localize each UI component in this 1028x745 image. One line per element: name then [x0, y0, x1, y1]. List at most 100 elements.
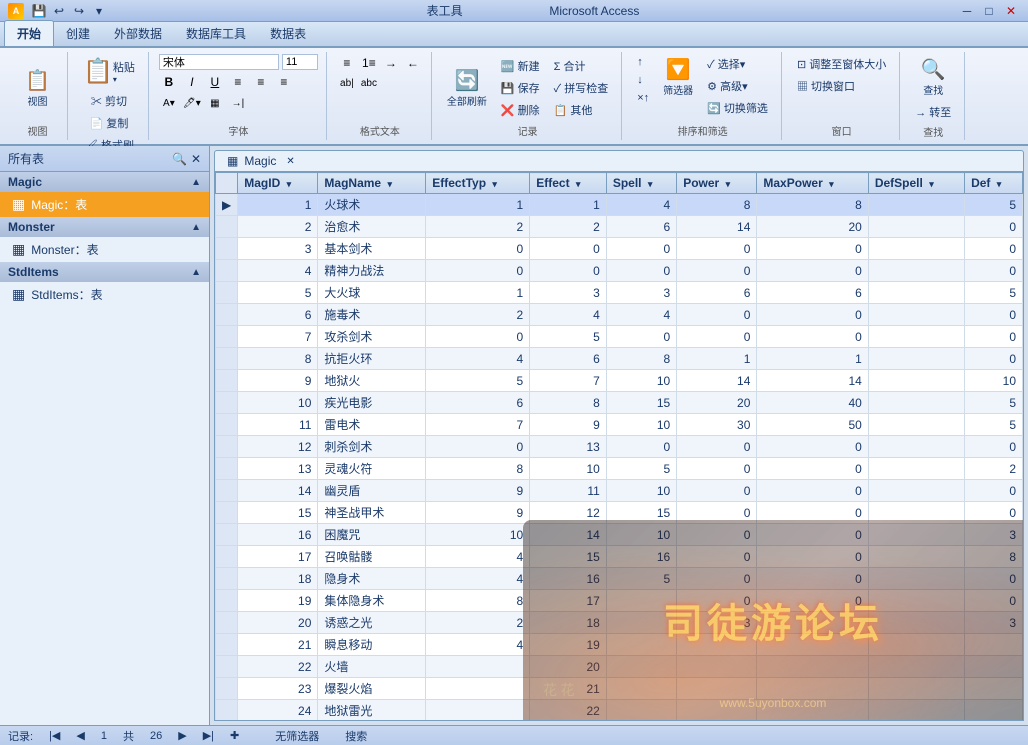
row-selector-cell[interactable]	[216, 634, 238, 656]
sum-button[interactable]: Σ 合计	[549, 56, 614, 76]
nav-item-monster-table[interactable]: ▦ Monster：表	[0, 237, 209, 262]
sort-asc-button[interactable]: ↑	[632, 54, 654, 70]
paste-button[interactable]: 📋 粘贴 ▾	[78, 54, 140, 89]
indent-increase[interactable]: →	[381, 54, 401, 72]
row-selector-cell[interactable]	[216, 348, 238, 370]
status-nav-last[interactable]: ▶|	[203, 729, 214, 742]
row-selector-cell[interactable]	[216, 546, 238, 568]
tab-table[interactable]: 数据表	[258, 21, 318, 46]
switch-window-button[interactable]: ▦ 切换窗口	[792, 76, 860, 96]
new-record-button[interactable]: 🆕 新建	[496, 56, 545, 76]
nav-item-stditems-table[interactable]: ▦ StdItems：表	[0, 282, 209, 307]
table-row[interactable]: 8抗拒火环468110	[216, 348, 1023, 370]
status-nav-first[interactable]: |◀	[49, 729, 60, 742]
save-record-button[interactable]: 💾 保存	[496, 78, 545, 98]
view-button[interactable]: 📋 视图	[18, 65, 58, 111]
spell-button[interactable]: abc	[359, 74, 379, 92]
table-row[interactable]: 15神圣战甲术91215000	[216, 502, 1023, 524]
status-nav-new[interactable]: ✚	[230, 729, 239, 742]
row-selector-cell[interactable]	[216, 260, 238, 282]
font-color-button[interactable]: A▾	[159, 94, 179, 112]
nav-section-magic-header[interactable]: Magic ▲	[0, 172, 209, 192]
table-container[interactable]: MagID ▾ MagName ▾ EffectTyp ▾ Effect ▾ S…	[214, 171, 1024, 721]
table-row[interactable]: 22火墙20	[216, 656, 1023, 678]
table-row[interactable]: 17召唤骷髅41516008	[216, 546, 1023, 568]
row-selector-cell[interactable]: ▶	[216, 194, 238, 216]
row-selector-cell[interactable]	[216, 656, 238, 678]
goto-button[interactable]: → 转至	[910, 102, 956, 122]
qat-undo[interactable]: ↩	[50, 2, 68, 20]
filter-button[interactable]: 🔽 筛选器	[658, 54, 698, 100]
row-selector-cell[interactable]	[216, 414, 238, 436]
align-left-button[interactable]: ≡	[228, 73, 248, 91]
col-def[interactable]: Def ▾	[965, 173, 1023, 194]
col-effecttyp[interactable]: EffectTyp ▾	[426, 173, 530, 194]
table-row[interactable]: 5大火球133665	[216, 282, 1023, 304]
row-selector-cell[interactable]	[216, 436, 238, 458]
tab-external[interactable]: 外部数据	[102, 21, 174, 46]
nav-section-stditems-header[interactable]: StdItems ▲	[0, 262, 209, 282]
qat-more[interactable]: ▾	[90, 2, 108, 20]
table-row[interactable]: 2治愈术22614200	[216, 216, 1023, 238]
row-selector-cell[interactable]	[216, 238, 238, 260]
table-row[interactable]: 11雷电术791030505	[216, 414, 1023, 436]
tab-dbtools[interactable]: 数据库工具	[174, 21, 258, 46]
spell-check-button[interactable]: ✓ 拼写检查	[549, 78, 614, 98]
table-row[interactable]: 10疾光电影681520405	[216, 392, 1023, 414]
align-right-button[interactable]: ≡	[274, 73, 294, 91]
fit-window-button[interactable]: ⊡ 调整至窗体大小	[792, 54, 891, 74]
table-row[interactable]: 23爆裂火焰21	[216, 678, 1023, 700]
status-nav-next[interactable]: ▶	[178, 729, 186, 742]
nav-panel-search-icon[interactable]: 🔍	[172, 152, 187, 166]
nav-panel-close-icon[interactable]: ✕	[191, 152, 201, 166]
cut-button[interactable]: ✂ 剪切	[86, 91, 132, 111]
table-row[interactable]: 16困魔咒101410003	[216, 524, 1023, 546]
maximize-button[interactable]: □	[980, 2, 998, 20]
table-row[interactable]: 20诱惑之光21833	[216, 612, 1023, 634]
content-tab[interactable]: ▦ Magic ✕	[214, 150, 1024, 171]
row-selector-cell[interactable]	[216, 700, 238, 722]
col-defspell[interactable]: DefSpell ▾	[868, 173, 964, 194]
table-row[interactable]: ▶1火球术114885	[216, 194, 1023, 216]
delete-record-button[interactable]: ❌ 删除	[496, 100, 545, 120]
table-row[interactable]: 4精神力战法000000	[216, 260, 1023, 282]
table-row[interactable]: 12刺杀剑术0130000	[216, 436, 1023, 458]
list-button[interactable]: ≡	[337, 54, 357, 72]
underline-button[interactable]: U	[205, 73, 225, 91]
toggle-filter-button[interactable]: 🔄 切换筛选	[702, 98, 773, 118]
indent-decrease[interactable]: ←	[403, 54, 423, 72]
bold-button[interactable]: B	[159, 73, 179, 91]
row-selector-cell[interactable]	[216, 568, 238, 590]
tab-create[interactable]: 创建	[54, 21, 102, 46]
col-magname[interactable]: MagName ▾	[318, 173, 426, 194]
qat-redo[interactable]: ↪	[70, 2, 88, 20]
col-magid[interactable]: MagID ▾	[238, 173, 318, 194]
qat-save[interactable]: 💾	[30, 2, 48, 20]
advanced-button[interactable]: ⚙ 高级▾	[702, 76, 773, 96]
col-effect[interactable]: Effect ▾	[530, 173, 607, 194]
grid-button[interactable]: ▦	[205, 94, 225, 112]
highlight-button[interactable]: 🖊▾	[182, 94, 202, 112]
row-selector-cell[interactable]	[216, 216, 238, 238]
row-selector-cell[interactable]	[216, 480, 238, 502]
status-nav-prev[interactable]: ◀	[76, 729, 84, 742]
table-row[interactable]: 18隐身术4165000	[216, 568, 1023, 590]
table-row[interactable]: 24地狱雷光22	[216, 700, 1023, 722]
minimize-button[interactable]: ─	[958, 2, 976, 20]
col-maxpower[interactable]: MaxPower ▾	[757, 173, 868, 194]
row-selector-cell[interactable]	[216, 282, 238, 304]
table-row[interactable]: 9地狱火5710141410	[216, 370, 1023, 392]
table-row[interactable]: 19集体隐身术817000	[216, 590, 1023, 612]
table-row[interactable]: 21瞬息移动419	[216, 634, 1023, 656]
remove-sort-button[interactable]: ×↑	[632, 90, 654, 106]
row-selector-cell[interactable]	[216, 458, 238, 480]
row-selector-cell[interactable]	[216, 502, 238, 524]
font-size-input[interactable]	[282, 54, 318, 70]
table-row[interactable]: 14幽灵盾91110000	[216, 480, 1023, 502]
nav-section-monster-header[interactable]: Monster ▲	[0, 217, 209, 237]
table-row[interactable]: 3基本剑术000000	[216, 238, 1023, 260]
col-spell[interactable]: Spell ▾	[606, 173, 676, 194]
sort-desc-button[interactable]: ↓	[632, 72, 654, 88]
copy-button[interactable]: 📄 复制	[85, 113, 134, 133]
italic-button[interactable]: I	[182, 73, 202, 91]
